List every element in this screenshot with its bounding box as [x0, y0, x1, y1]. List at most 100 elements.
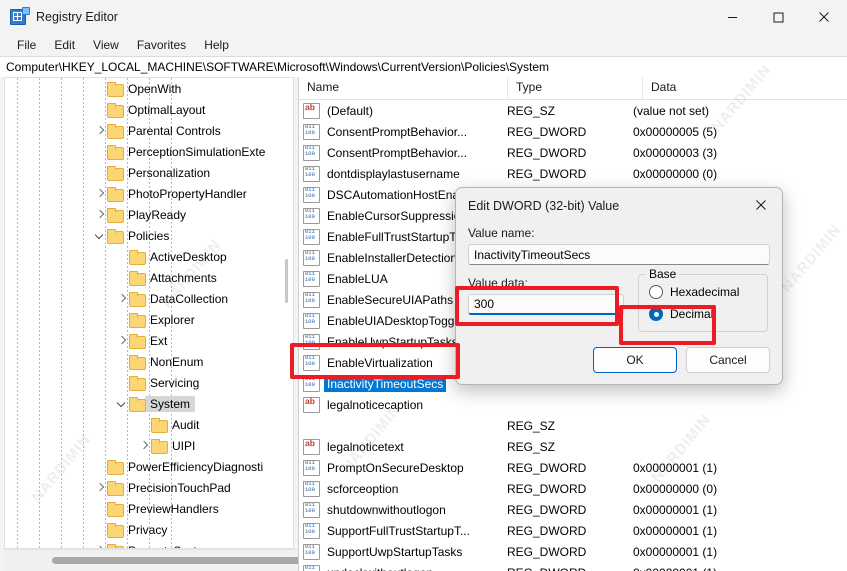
registry-icon	[10, 7, 30, 26]
tree-node-parental-controls[interactable]: Parental Controls	[5, 120, 293, 141]
address-bar[interactable]: Computer\HKEY_LOCAL_MACHINE\SOFTWARE\Mic…	[0, 56, 847, 78]
table-row[interactable]: PromptOnSecureDesktop REG_DWORD 0x00000001…	[299, 457, 847, 478]
minimize-button[interactable]	[709, 0, 755, 34]
tree-vertical-scrollbar[interactable]	[281, 79, 292, 547]
tree-node-perceptionsimulationexte[interactable]: PerceptionSimulationExte	[5, 141, 293, 162]
radio-hexadecimal-dot[interactable]	[649, 285, 663, 299]
chevron-right-icon[interactable]	[93, 124, 106, 137]
tree-node-ext[interactable]: Ext	[5, 330, 293, 351]
tree-node-openwith[interactable]: OpenWith	[5, 78, 293, 99]
folder-icon	[107, 124, 124, 139]
base-legend: Base	[646, 267, 680, 281]
chevron-right-icon[interactable]	[115, 334, 128, 347]
tree-node-uipi[interactable]: UIPI	[5, 435, 293, 456]
table-row[interactable]: legalnoticecaption	[299, 394, 847, 415]
tree-node-powerefficiencydiagnosti[interactable]: PowerEfficiencyDiagnosti	[5, 456, 293, 477]
table-row[interactable]: SupportUwpStartupTasks REG_DWORD 0x0000000…	[299, 541, 847, 562]
chevron-down-icon[interactable]	[115, 397, 128, 410]
value-name-input[interactable]: InactivityTimeoutSecs	[468, 244, 770, 265]
table-row[interactable]: legalnoticetext REG_SZ	[299, 436, 847, 457]
tree-node-policies[interactable]: Policies	[5, 225, 293, 246]
tree-node-privacy[interactable]: Privacy	[5, 519, 293, 540]
tree-node-nonenum[interactable]: NonEnum	[5, 351, 293, 372]
menu-edit[interactable]: Edit	[45, 35, 84, 55]
table-row[interactable]: ConsentPromptBehavior... REG_DWORD 0x00000…	[299, 121, 847, 142]
chevron-down-icon[interactable]	[93, 229, 106, 242]
registry-tree: OpenWith OptimalLayout Parental Controls Pe…	[5, 78, 293, 548]
tree-node-audit[interactable]: Audit	[5, 414, 293, 435]
tree-node-playready[interactable]: PlayReady	[5, 204, 293, 225]
folder-icon	[107, 82, 124, 97]
tree-node-system[interactable]: System	[5, 393, 293, 414]
dword-value-icon	[303, 333, 320, 350]
column-header-name[interactable]: Name	[299, 77, 508, 99]
tree-node-previewhandlers[interactable]: PreviewHandlers	[5, 498, 293, 519]
cell-name: legalnoticetext	[299, 438, 499, 455]
value-data-input[interactable]: 300	[468, 294, 624, 315]
tree-node-label: NonEnum	[150, 354, 204, 369]
menu-view[interactable]: View	[84, 35, 128, 55]
tree-node-propertysystem[interactable]: PropertySystem	[5, 540, 293, 548]
ok-button[interactable]: OK	[593, 347, 677, 373]
radio-decimal-dot[interactable]	[649, 307, 663, 321]
chevron-right-icon[interactable]	[115, 292, 128, 305]
cancel-button[interactable]: Cancel	[686, 347, 770, 373]
tree-node-personalization[interactable]: Personalization	[5, 162, 293, 183]
tree-node-datacollection[interactable]: DataCollection	[5, 288, 293, 309]
table-row[interactable]: SupportFullTrustStartupT... REG_DWORD 0x00…	[299, 520, 847, 541]
chevron-right-icon[interactable]	[93, 187, 106, 200]
tree-node-label: PerceptionSimulationExte	[128, 144, 266, 159]
chevron-right-icon[interactable]	[93, 481, 106, 494]
dialog-close-button[interactable]	[740, 188, 782, 222]
dword-value-icon	[303, 144, 320, 161]
chevron-right-icon[interactable]	[93, 208, 106, 221]
table-row[interactable]: scforceoption REG_DWORD 0x00000000 (0)	[299, 478, 847, 499]
tree-node-photopropertyhandler[interactable]: PhotoPropertyHandler	[5, 183, 293, 204]
value-name: EnableVirtualization	[327, 355, 433, 370]
maximize-button[interactable]	[755, 0, 801, 34]
menu-file[interactable]: File	[8, 35, 45, 55]
tree-node-label: PlayReady	[128, 207, 187, 222]
folder-icon	[129, 313, 146, 328]
folder-icon	[107, 103, 124, 118]
tree-node-activedesktop[interactable]: ActiveDesktop	[5, 246, 293, 267]
table-row[interactable]: ConsentPromptBehavior... REG_DWORD 0x00000…	[299, 142, 847, 163]
table-row[interactable]: dontdisplaylastusername REG_DWORD 0x000000…	[299, 163, 847, 184]
table-row[interactable]: REG_SZ	[299, 415, 847, 436]
column-header-data[interactable]: Data	[643, 77, 847, 99]
folder-icon	[107, 166, 124, 181]
chevron-right-icon[interactable]	[137, 439, 150, 452]
tree-node-optimallayout[interactable]: OptimalLayout	[5, 99, 293, 120]
cell-data: (value not set)	[633, 103, 710, 118]
table-row[interactable]: shutdownwithoutlogon REG_DWORD 0x00000001 …	[299, 499, 847, 520]
tree-node-precisiontouchpad[interactable]: PrecisionTouchPad	[5, 477, 293, 498]
table-row[interactable]: undockwithoutlogon REG_DWORD0x00000001 (1…	[299, 562, 847, 571]
dword-value-icon	[303, 564, 320, 571]
radio-decimal[interactable]: Decimal	[649, 303, 759, 325]
radio-hexadecimal[interactable]: Hexadecimal	[649, 281, 759, 303]
close-button[interactable]	[801, 0, 847, 34]
registry-tree-pane[interactable]: OpenWith OptimalLayout Parental Controls Pe…	[4, 77, 294, 549]
tree-node-label: Parental Controls	[128, 123, 221, 138]
tree-node-servicing[interactable]: Servicing	[5, 372, 293, 393]
cell-data: 0x00000003 (3)	[633, 145, 718, 160]
tree-node-label: Audit	[172, 417, 200, 432]
folder-icon	[129, 334, 146, 349]
cell-name: ConsentPromptBehavior...	[299, 123, 499, 140]
cell-data: 0x00000001 (1)	[633, 523, 718, 538]
menu-favorites[interactable]: Favorites	[128, 35, 195, 55]
menu-help[interactable]: Help	[195, 35, 238, 55]
tree-node-attachments[interactable]: Attachments	[5, 267, 293, 288]
tree-node-explorer[interactable]: Explorer	[5, 309, 293, 330]
value-name: (Default)	[327, 103, 374, 118]
value-name: legalnoticecaption	[327, 397, 424, 412]
cell-data: 0x00000005 (5)	[633, 124, 718, 139]
base-radio-group: Base Hexadecimal Decimal	[638, 267, 768, 332]
value-name: EnableLUA	[327, 271, 388, 286]
tree-node-label: Explorer	[150, 312, 195, 327]
table-row[interactable]: (Default) REG_SZ (value not set)	[299, 100, 847, 121]
column-header-type[interactable]: Type	[508, 77, 643, 99]
tree-vertical-scroll-thumb[interactable]	[285, 259, 288, 303]
